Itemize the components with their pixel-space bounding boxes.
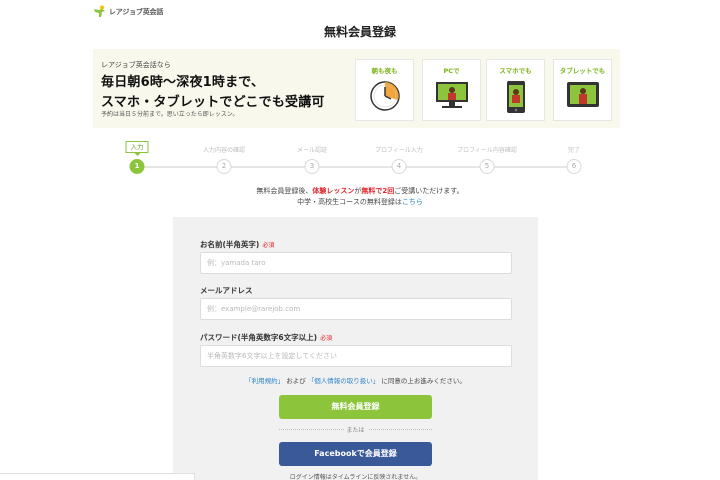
- terms-of-use-link[interactable]: 「利用規約」: [245, 377, 284, 385]
- notice-text: ご受講いただけます。: [394, 187, 464, 195]
- step-label-4: プロフィール入力: [375, 147, 423, 154]
- trial-lesson-highlight: 体験レッスン: [312, 187, 355, 195]
- banner-note: 予約は当日５分前まで。思い立ったら即レッスン。: [101, 111, 239, 118]
- trial-notice: 無料会員登録後、体験レッスンが無料で2回ご受講いただけます。: [0, 186, 720, 196]
- email-input[interactable]: [200, 298, 512, 320]
- name-input[interactable]: [200, 252, 512, 274]
- feature-label: PCで: [443, 67, 460, 75]
- logo-text: レアジョブ英会話: [109, 7, 164, 16]
- step-label-6: 完了: [567, 147, 581, 154]
- step-2: 2: [216, 159, 232, 174]
- page-title: 無料会員登録: [323, 25, 396, 39]
- banner-headline-2: スマホ・タブレットでどこでも受講可: [101, 95, 325, 110]
- password-label-text: パスワード(半角英数字6文字以上): [200, 333, 318, 342]
- step-6: 6: [566, 159, 582, 174]
- feature-tablet: タブレットでも: [553, 59, 612, 121]
- banner-headline-1: 毎日朝6時〜深夜1時まで、: [101, 75, 265, 90]
- banner-intro: レアジョブ英会話なら: [101, 61, 171, 69]
- step-label-5: プロフィール内容確認: [457, 147, 517, 154]
- terms-agreement: 「利用規約」 および 「個人情報の取り扱い」 に同意の上お進みください。: [173, 375, 538, 385]
- email-label-text: メールアドレス: [200, 286, 253, 295]
- registration-page: レアジョブ英会話 無料会員登録 レアジョブ英会話なら 毎日朝6時〜深夜1時まで、…: [0, 0, 720, 480]
- email-label: メールアドレス: [200, 285, 253, 296]
- steps-track: [137, 166, 574, 168]
- feature-smartphone: スマホでも: [486, 59, 545, 121]
- progress-steps: 入力 入力内容の確認 メール認証 プロフィール入力 プロフィール内容確認 完了 …: [0, 140, 720, 180]
- bottom-overlay-strip: [0, 473, 195, 480]
- free-register-button[interactable]: 無料会員登録: [279, 395, 432, 419]
- registration-form: お名前(半角英字)必須 メールアドレス パスワード(半角英数字6文字以上)必須 …: [173, 217, 538, 480]
- logo-figure-icon: [94, 5, 105, 17]
- promo-banner: レアジョブ英会話なら 毎日朝6時〜深夜1時まで、 スマホ・タブレットでどこでも受…: [93, 49, 620, 128]
- name-label-text: お名前(半角英字): [200, 240, 260, 249]
- pc-icon: [435, 82, 468, 108]
- terms-text: に同意の上お進みください。: [381, 377, 466, 385]
- required-badge: 必須: [262, 242, 275, 249]
- notice-text: 中学・高校生コースの無料登録は: [297, 198, 402, 206]
- facebook-note: ログイン情報はタイムラインに反映されません。: [289, 474, 422, 480]
- or-text: または: [343, 425, 368, 434]
- student-course-notice: 中学・高校生コースの無料登録はこちら: [0, 197, 720, 207]
- feature-pc: PCで: [422, 59, 481, 121]
- step-4: 4: [391, 159, 407, 174]
- student-course-link[interactable]: こちら: [402, 198, 423, 206]
- step-1: 1: [129, 159, 145, 174]
- tablet-icon: [566, 82, 599, 107]
- or-divider: または: [279, 425, 432, 434]
- free-twice-highlight: 無料で2回: [361, 187, 395, 195]
- feature-label: タブレットでも: [559, 67, 606, 75]
- required-badge: 必須: [320, 335, 333, 342]
- facebook-register-button[interactable]: Facebookで会員登録: [279, 442, 432, 466]
- feature-morning-night: 朝も夜も: [355, 59, 414, 121]
- step-5: 5: [479, 159, 495, 174]
- smartphone-icon: [506, 81, 525, 113]
- feature-label: 朝も夜も: [371, 67, 398, 75]
- step-label-2: 入力内容の確認: [202, 147, 246, 154]
- step-label-3: メール認証: [296, 147, 328, 154]
- password-input[interactable]: [200, 345, 512, 367]
- step-3: 3: [304, 159, 320, 174]
- terms-text: および: [286, 377, 306, 385]
- privacy-policy-link[interactable]: 「個人情報の取り扱い」: [308, 377, 380, 385]
- clock-icon: [369, 81, 400, 111]
- rarejob-logo[interactable]: レアジョブ英会話: [93, 5, 163, 18]
- password-label: パスワード(半角英数字6文字以上) 必須: [200, 332, 332, 343]
- feature-label: スマホでも: [499, 67, 532, 75]
- current-step-tag: 入力: [125, 141, 149, 156]
- name-label: お名前(半角英字) 必須: [200, 239, 274, 250]
- notice-text: 無料会員登録後、: [256, 187, 313, 195]
